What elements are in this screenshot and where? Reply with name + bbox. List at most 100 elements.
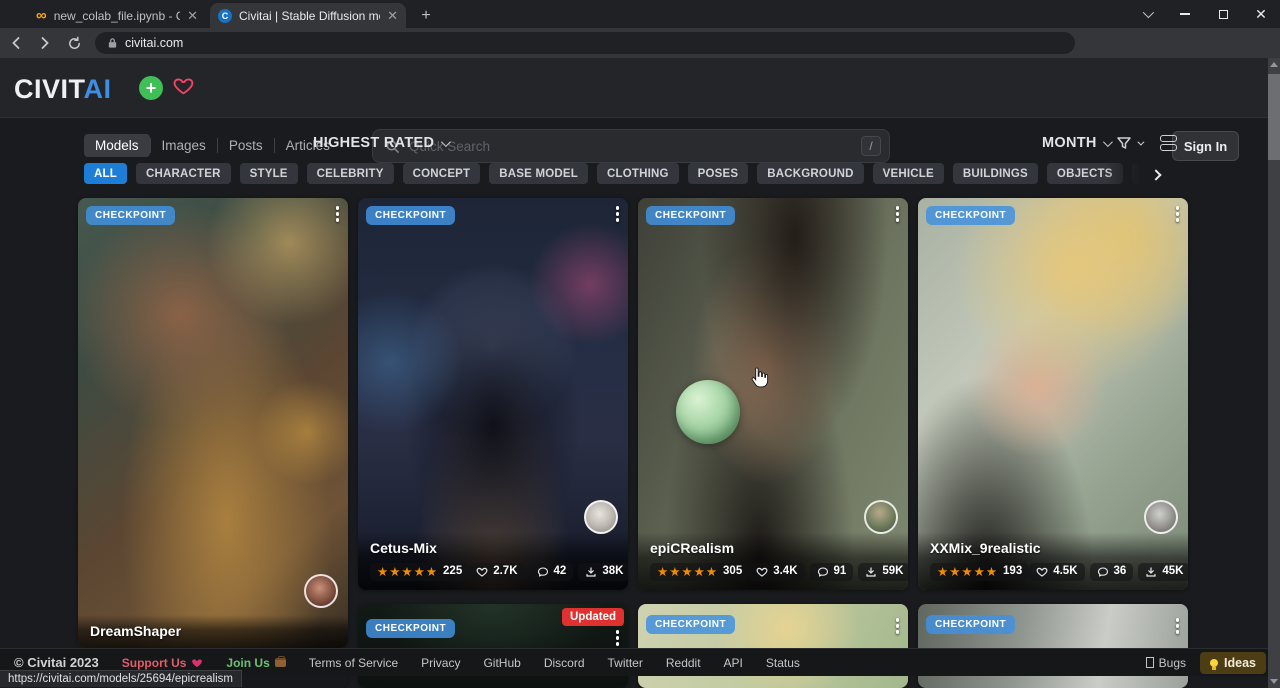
creator-avatar[interactable] [1144, 500, 1178, 534]
model-type-badge: CHECKPOINT [926, 615, 1015, 634]
tab-close-icon[interactable]: ✕ [387, 8, 398, 24]
card-menu-icon[interactable] [1176, 618, 1180, 634]
comment-icon [817, 566, 829, 578]
sort-dropdown[interactable]: HIGHEST RATED [313, 135, 448, 151]
likes-pill: 4.5K [1029, 563, 1084, 581]
rating-pill: ★★★★★ 225 [370, 563, 469, 582]
model-card-epicrealism[interactable]: CHECKPOINT epiCRealism ★★★★★ 305 3.4K 91 [638, 198, 908, 590]
category-chip[interactable]: CELEBRITY [307, 163, 394, 184]
card-menu-icon[interactable] [896, 618, 900, 634]
page-scrollbar[interactable] [1268, 58, 1280, 688]
model-card-xxmix9realistic[interactable]: CHECKPOINT XXMix_9realistic ★★★★★ 193 4.… [918, 198, 1188, 590]
category-chip[interactable]: CLOTHING [597, 163, 679, 184]
browser-toolbar: civitai.com [0, 28, 1280, 58]
back-icon[interactable] [3, 30, 29, 56]
footer-link-status[interactable]: Status [766, 656, 800, 670]
scroll-up-icon[interactable] [1268, 58, 1280, 71]
ideas-button[interactable]: Ideas [1200, 652, 1266, 674]
card-menu-icon[interactable] [896, 206, 900, 222]
maximize-button[interactable] [1204, 0, 1242, 28]
address-bar[interactable]: civitai.com [95, 32, 1075, 54]
card-menu-icon[interactable] [1176, 206, 1180, 222]
colab-icon: ∞ [36, 8, 47, 23]
updated-badge: Updated [562, 608, 624, 626]
model-type-badge: CHECKPOINT [366, 619, 455, 638]
creator-avatar[interactable] [864, 500, 898, 534]
tab-images[interactable]: Images [151, 134, 217, 157]
footer-link-reddit[interactable]: Reddit [666, 656, 701, 670]
period-dropdown[interactable]: MONTH [1042, 135, 1110, 151]
bug-icon [1146, 657, 1154, 668]
tab-colab[interactable]: ∞ new_colab_file.ipynb - Colaborat ✕ [28, 3, 206, 28]
lock-icon [107, 37, 118, 49]
create-plus-button[interactable]: + [139, 76, 163, 100]
close-button[interactable]: ✕ [1242, 0, 1280, 28]
bugs-link[interactable]: Bugs [1146, 656, 1186, 670]
category-chip[interactable]: CHARACTER [136, 163, 231, 184]
scrollbar-thumb[interactable] [1268, 74, 1280, 160]
categories-scroll-right[interactable] [1105, 160, 1168, 190]
download-icon [1145, 566, 1157, 578]
card-title-band: Cetus-Mix ★★★★★ 225 2.7K 42 [358, 532, 628, 591]
category-chip[interactable]: CONCEPT [403, 163, 481, 184]
footer-link-privacy[interactable]: Privacy [421, 656, 460, 670]
model-name: epiCRealism [650, 540, 896, 556]
category-chip[interactable]: ALL [84, 163, 127, 184]
search-input[interactable] [409, 139, 852, 154]
filter-funnel-icon [1116, 135, 1132, 151]
likes-pill: 2.7K [469, 563, 524, 581]
star-icons: ★★★★★ [377, 566, 438, 579]
sign-in-button[interactable]: Sign In [1172, 131, 1239, 161]
card-title-band: epiCRealism ★★★★★ 305 3.4K 91 [638, 532, 908, 591]
heart-icon [756, 566, 768, 578]
footer-link-terms[interactable]: Terms of Service [309, 656, 398, 670]
category-chip[interactable]: BACKGROUND [757, 163, 863, 184]
model-type-badge: CHECKPOINT [646, 206, 735, 225]
card-title-band: DreamShaper [78, 615, 348, 648]
footer-link-discord[interactable]: Discord [544, 656, 585, 670]
model-type-badge: CHECKPOINT [646, 615, 735, 634]
star-icons: ★★★★★ [657, 566, 718, 579]
layout-toggle-icon[interactable] [1160, 135, 1177, 151]
creator-avatar[interactable] [584, 500, 618, 534]
card-menu-icon[interactable] [616, 630, 620, 646]
category-chip[interactable]: BUILDINGS [953, 163, 1038, 184]
category-chip[interactable]: POSES [688, 163, 749, 184]
support-us-link[interactable]: Support Us [122, 656, 204, 670]
join-us-link[interactable]: Join Us [226, 656, 285, 670]
new-tab-button[interactable]: + [416, 6, 436, 26]
rating-pill: ★★★★★ 305 [650, 563, 749, 582]
category-chip[interactable]: STYLE [240, 163, 298, 184]
civitai-logo[interactable]: CIVITAI [14, 74, 112, 105]
category-chip[interactable]: VEHICLE [873, 163, 944, 184]
copyright: © Civitai 2023 [14, 655, 99, 670]
model-card-dreamshaper[interactable]: CHECKPOINT DreamShaper [78, 198, 348, 648]
favorites-heart-icon[interactable] [171, 75, 196, 104]
tab-close-icon[interactable]: ✕ [187, 8, 198, 24]
search-box[interactable]: / [372, 129, 890, 163]
model-name: DreamShaper [90, 623, 336, 639]
tab-posts[interactable]: Posts [218, 134, 274, 157]
lightbulb-icon [1210, 659, 1218, 667]
footer-link-github[interactable]: GitHub [483, 656, 520, 670]
downloads-pill: 38K [578, 563, 628, 581]
model-card-cetus-mix[interactable]: CHECKPOINT Cetus-Mix ★★★★★ 225 2.7K 42 [358, 198, 628, 590]
tab-search-icon[interactable] [1128, 0, 1166, 28]
forward-icon[interactable] [32, 30, 58, 56]
tab-civitai[interactable]: C Civitai | Stable Diffusion models, ✕ [210, 3, 406, 28]
filter-dropdown[interactable] [1116, 135, 1142, 151]
creator-avatar[interactable] [304, 574, 338, 608]
minimize-button[interactable] [1166, 0, 1204, 28]
footer-link-twitter[interactable]: Twitter [608, 656, 643, 670]
comment-icon [537, 566, 549, 578]
card-menu-icon[interactable] [616, 206, 620, 222]
reload-icon[interactable] [61, 30, 87, 56]
tab-models[interactable]: Models [84, 134, 150, 157]
mouse-cursor [748, 366, 770, 395]
category-chip[interactable]: BASE MODEL [489, 163, 588, 184]
card-menu-icon[interactable] [336, 206, 340, 222]
comments-pill: 91 [810, 563, 854, 581]
footer-link-api[interactable]: API [724, 656, 743, 670]
star-icons: ★★★★★ [937, 566, 998, 579]
scroll-down-icon[interactable] [1268, 675, 1280, 688]
